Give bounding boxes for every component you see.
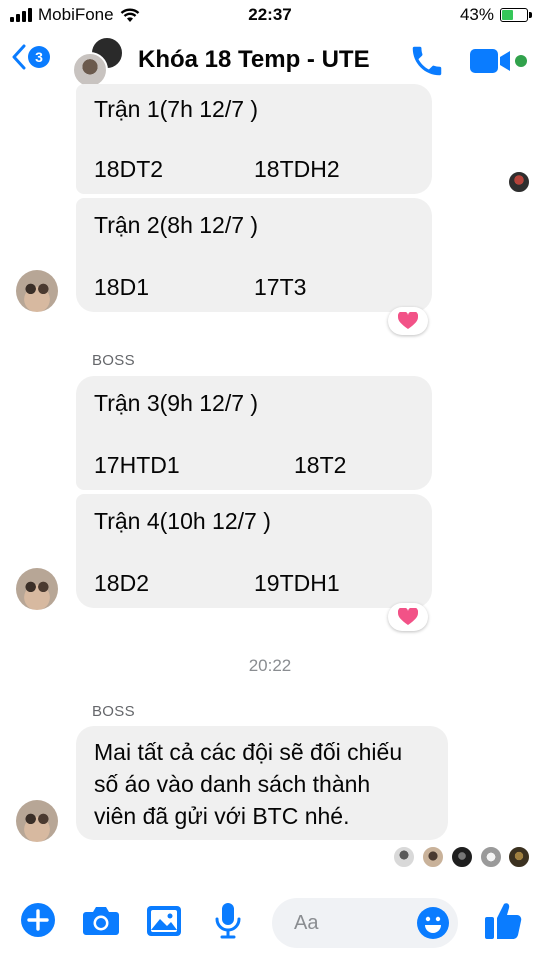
sender-avatar[interactable] [16,270,58,312]
seen-avatar [393,846,415,868]
message-line: Trận 3(9h 12/7 ) [94,390,259,416]
online-status-dot [515,55,527,67]
sender-avatar[interactable] [16,800,58,842]
seen-avatar [508,171,530,193]
conversation-title[interactable]: Khóa 18 Temp - UTE [138,46,370,74]
message-line: 18D1 [94,274,149,300]
message-input-placeholder: Aa [294,912,319,934]
message-line: 17T3 [254,274,307,300]
camera-icon[interactable] [82,904,120,936]
message-line: 18T2 [294,452,347,478]
message-bubble[interactable]: Mai tất cả các đội sẽ đối chiếu số áo và… [76,726,448,840]
message-line: Trận 2(8h 12/7 ) [94,212,259,238]
message-line: Mai tất cả các đội sẽ đối chiếu [94,739,403,765]
message-line: Trận 4(10h 12/7 ) [94,508,271,534]
sender-name: BOSS [92,352,135,369]
reaction-badge[interactable] [388,307,428,335]
message-line: số áo vào danh sách thành [94,771,371,797]
unread-count-badge: 3 [28,46,50,68]
message-bubble[interactable]: Trận 3(9h 12/7 ) 17HTD1 18T2 [76,376,432,490]
group-avatar[interactable] [72,36,124,88]
time-separator: 20:22 [248,656,292,675]
status-right: 43% [459,5,532,25]
seen-avatar [422,846,444,868]
plus-icon[interactable] [20,902,56,938]
seen-avatar [480,846,502,868]
message-input[interactable]: Aa [272,898,458,948]
message-line: 18TDH2 [254,156,340,182]
photo-gallery-icon[interactable] [146,905,182,937]
phone-icon[interactable] [408,42,446,80]
battery-icon [500,8,532,22]
message-bubble[interactable]: Trận 1(7h 12/7 ) 18DT2 18TDH2 [76,84,432,194]
thumbs-up-icon[interactable] [484,900,522,940]
message-bubble[interactable]: Trận 4(10h 12/7 ) 18D2 19TDH1 [76,494,432,608]
message-line: Trận 1(7h 12/7 ) [94,96,259,122]
seen-avatar [508,846,530,868]
message-line: viên đã gửi với BTC nhé. [94,803,350,829]
message-line: 18DT2 [94,156,164,182]
reaction-badge[interactable] [388,603,428,631]
seen-avatar [451,846,473,868]
group-avatar-member [72,52,108,88]
chat-header: 3 Khóa 18 Temp - UTE [0,30,540,92]
composer-bar: Aa [0,888,540,961]
message-bubble[interactable]: Trận 2(8h 12/7 ) 18D1 17T3 [76,198,432,312]
emoji-icon[interactable] [416,906,450,940]
message-line: 17HTD1 [94,452,180,478]
microphone-icon[interactable] [214,902,242,940]
battery-percent: 43% [459,5,494,24]
sender-avatar[interactable] [16,568,58,610]
status-bar: MobiFone 22:37 43% [0,0,540,30]
sender-name: BOSS [92,703,135,720]
video-camera-icon[interactable] [470,47,512,75]
battery-level [502,10,514,20]
heart-icon [398,608,418,625]
message-line: 18D2 [94,570,149,596]
chevron-left-icon [12,44,26,70]
back-button[interactable]: 3 [12,44,50,70]
message-line: 19TDH1 [254,570,340,596]
heart-icon [398,312,418,329]
